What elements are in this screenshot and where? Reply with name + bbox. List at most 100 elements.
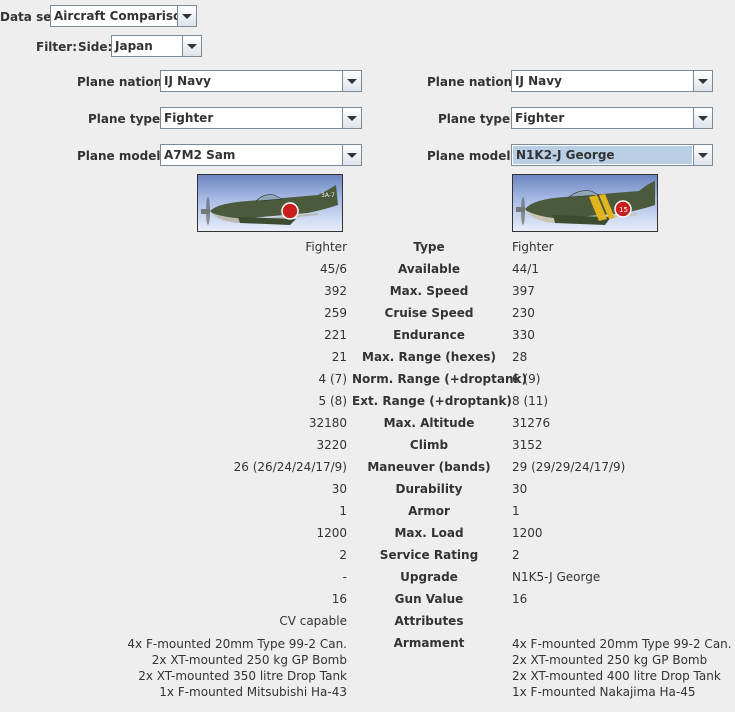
right-nation-value: IJ Navy [515,74,562,88]
armament-label: Armament [393,636,465,650]
dataset-select[interactable]: Aircraft Comparison [50,5,197,27]
row-label: Max. Altitude [383,416,475,430]
table-row: 5 (8) Ext. Range (+droptank) 8 (11) [0,394,735,416]
row-label: Cruise Speed [384,306,474,320]
right-plane-image: 15 [512,174,658,232]
right-value: 16 [512,592,528,606]
side-select[interactable]: Japan [111,35,202,57]
right-type-label: Plane type: [438,112,515,126]
row-label: Gun Value [394,592,464,606]
left-value: 21 [331,350,347,364]
left-value: 26 (26/24/24/17/9) [233,460,347,474]
right-value: 230 [512,306,535,320]
left-type-select[interactable]: Fighter [160,107,362,129]
row-label: Armor [408,504,450,518]
dataset-value: Aircraft Comparison [54,9,177,23]
left-value: 5 (8) [318,394,347,408]
table-row: 1200 Max. Load 1200 [0,526,735,548]
right-value: 1 [512,504,520,518]
left-value: Fighter [305,240,347,254]
right-model-label: Plane model: [427,149,516,163]
left-model-value: A7M2 Sam [164,148,236,162]
armament-item: 2x XT-mounted 250 kg GP Bomb [151,653,347,667]
armament-item: 1x F-mounted Nakajima Ha-45 [512,685,696,699]
right-value: N1K5-J George [512,570,601,584]
armament-item: 4x F-mounted 20mm Type 99-2 Can. [512,637,732,651]
chevron-down-icon[interactable] [177,6,196,26]
right-nation-select[interactable]: IJ Navy [511,70,713,92]
plane-icon: 15 [516,181,655,225]
left-value: 30 [331,482,347,496]
armament-item: 2x XT-mounted 250 kg GP Bomb [512,653,708,667]
armament-item: 1x F-mounted Mitsubishi Ha-43 [159,685,347,699]
right-value: 8 (11) [512,394,549,408]
row-label: Max. Load [394,526,464,540]
chevron-down-icon[interactable] [342,145,361,165]
chevron-down-icon[interactable] [693,145,712,165]
left-value: CV capable [279,614,347,628]
table-row: Fighter Type Fighter [0,240,735,262]
table-row: 16 Gun Value 16 [0,592,735,614]
table-row: 26 (26/24/24/17/9) Maneuver (bands) 29 (29… [0,460,735,482]
row-label: Max. Speed [389,284,469,298]
chevron-down-icon[interactable] [342,71,361,91]
right-value: 397 [512,284,535,298]
side-value: Japan [115,39,153,53]
chevron-down-icon[interactable] [693,108,712,128]
chevron-down-icon[interactable] [182,36,201,56]
table-row: 45/6 Available 44/1 [0,262,735,284]
row-label: Durability [395,482,463,496]
armament-item: 2x XT-mounted 400 litre Drop Tank [512,669,721,683]
left-plane-marking: 3A-7 [321,192,335,199]
left-value: 32180 [308,416,347,430]
row-label: Service Rating [379,548,479,562]
right-type-select[interactable]: Fighter [511,107,713,129]
table-row: 1 Armor 1 [0,504,735,526]
row-label: Climb [409,438,449,452]
left-nation-label: Plane nation: [77,75,167,89]
right-type-value: Fighter [515,111,565,125]
left-value: 392 [324,284,347,298]
right-value: 2 [512,548,520,562]
row-label: Upgrade [400,570,458,584]
chevron-down-icon[interactable] [342,108,361,128]
left-plane-image: 3A-7 [197,174,343,232]
left-model-select[interactable]: A7M2 Sam [160,144,362,166]
left-value: 16 [331,592,347,606]
plane-icon: 3A-7 [201,185,338,225]
table-row: 3220 Climb 3152 [0,438,735,460]
left-value: 4 (7) [318,372,347,386]
table-row: CV capable Attributes [0,614,735,636]
table-row: 32180 Max. Altitude 31276 [0,416,735,438]
row-label: Endurance [393,328,465,342]
left-type-value: Fighter [164,111,214,125]
left-value: 221 [324,328,347,342]
left-armament: 4x F-mounted 20mm Type 99-2 Can. 2x XT-m… [127,636,347,700]
filter-label: Filter: [36,40,78,54]
row-label: Ext. Range (+droptank) [352,394,512,408]
left-type-label: Plane type: [88,112,165,126]
right-model-select[interactable]: N1K2-J George [511,144,713,166]
table-row: 4 (7) Norm. Range (+droptank) 6 (9) [0,372,735,394]
left-value: 2 [339,548,347,562]
chevron-down-icon[interactable] [693,71,712,91]
left-model-label: Plane model: [77,149,166,163]
left-nation-select[interactable]: IJ Navy [160,70,362,92]
left-value: 1 [339,504,347,518]
right-value: Fighter [512,240,554,254]
armament-item: 4x F-mounted 20mm Type 99-2 Can. [127,637,347,651]
left-value: 3220 [316,438,347,452]
right-value: 31276 [512,416,551,430]
table-row: 2 Service Rating 2 [0,548,735,570]
table-row: - Upgrade N1K5-J George [0,570,735,592]
right-value: 330 [512,328,535,342]
table-row: 221 Endurance 330 [0,328,735,350]
right-value: 6 (9) [512,372,541,386]
right-value: 44/1 [512,262,539,276]
right-nation-label: Plane nation: [427,75,517,89]
table-row: 392 Max. Speed 397 [0,284,735,306]
right-value: 30 [512,482,528,496]
right-value: 3152 [512,438,543,452]
left-value: 1200 [316,526,347,540]
armament-item: 2x XT-mounted 350 litre Drop Tank [138,669,347,683]
